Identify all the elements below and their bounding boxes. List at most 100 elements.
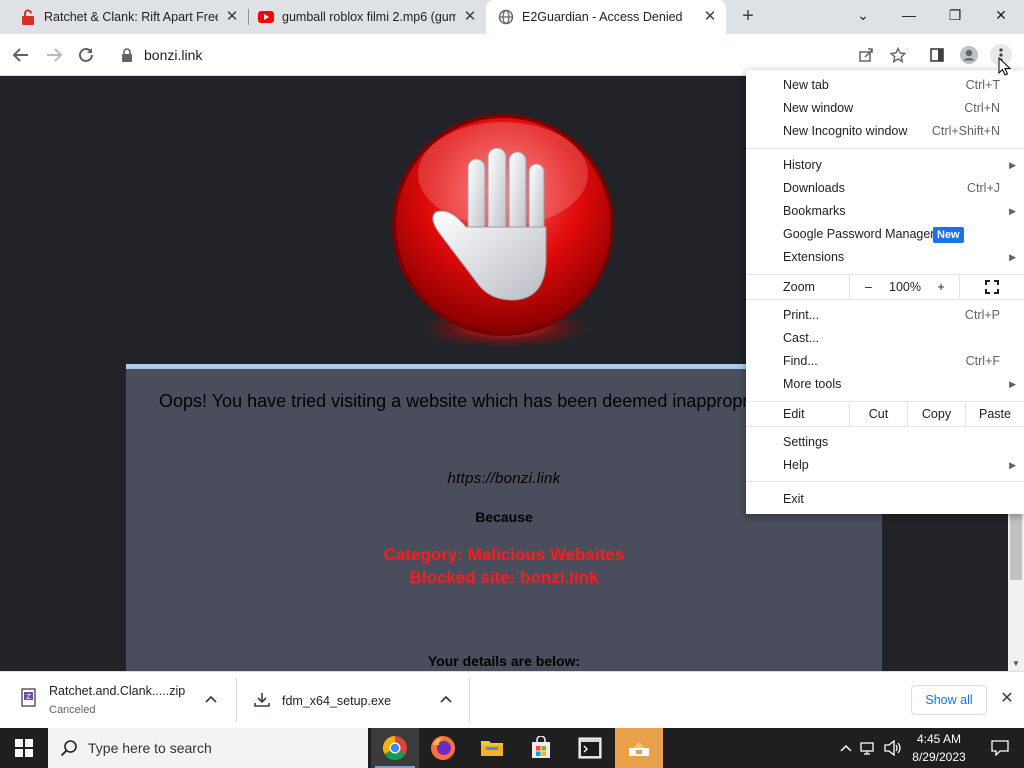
chrome-taskbar-button[interactable] [371,728,419,768]
submenu-arrow-icon: ▶ [1009,460,1016,470]
tab-gumball[interactable]: gumball roblox filmi 2.mp6 (gumball ✕ [258,0,486,34]
forward-button[interactable] [43,44,65,66]
paste-button[interactable]: Paste [965,402,1024,426]
file-explorer-taskbar-button[interactable] [468,728,516,768]
menu-zoom-row: Zoom – 100% + [746,275,1024,299]
notifications-button[interactable] [980,728,1020,768]
menu-item-label: Help [783,458,809,472]
menu-history[interactable]: History ▶ [746,154,1024,177]
share-icon[interactable] [855,44,877,66]
profile-avatar-icon[interactable] [958,44,980,66]
system-tray [836,728,901,768]
menu-shortcut: Ctrl+Shift+N [931,124,1000,138]
firefox-icon [431,736,455,760]
start-button[interactable] [0,728,48,768]
submenu-arrow-icon: ▶ [1009,252,1016,262]
menu-item-label: Exit [783,492,804,506]
tab-ratchet[interactable]: Ratchet & Clank: Rift Apart Free Downloa… [20,0,248,34]
youtube-icon [258,11,274,23]
menu-new-window[interactable]: New window Ctrl+N [746,97,1024,120]
app-icon [629,742,649,756]
download-arrow-icon [254,693,270,707]
screen: Ratchet & Clank: Rift Apart Free Downloa… [0,0,1024,768]
back-button[interactable] [10,44,32,66]
menu-new-tab[interactable]: New tab Ctrl+T [746,74,1024,97]
cut-button[interactable]: Cut [849,402,907,426]
side-panel-icon[interactable] [926,44,948,66]
menu-item-label: New window [783,101,854,115]
new-tab-button[interactable]: + [737,5,759,27]
menu-shortcut: Ctrl+J [967,181,1000,195]
bookmark-star-icon[interactable] [887,44,909,66]
restore-button[interactable]: ❐ [932,0,978,30]
close-downloads-bar-button[interactable]: ✕ [998,690,1016,708]
back-arrow-icon [12,48,28,62]
tab-title: Ratchet & Clank: Rift Apart Free Downloa… [44,10,218,24]
chevron-up-icon[interactable] [840,744,852,752]
menu-downloads[interactable]: Downloads Ctrl+J [746,177,1024,200]
category-reason: Category: Malicious Websites [383,545,625,564]
close-tab-icon[interactable]: ✕ [224,9,240,25]
menu-shortcut: Ctrl+F [965,354,1000,368]
fullscreen-icon [985,280,999,294]
chrome-icon [382,736,407,761]
menu-separator [746,481,1024,482]
menu-exit[interactable]: Exit [746,488,1024,511]
menu-cast[interactable]: Cast... [746,327,1024,350]
taskbar-clock[interactable]: 4:45 AM 8/29/2023 [900,730,978,766]
menu-bookmarks[interactable]: Bookmarks ▶ [746,200,1024,223]
menu-separator [746,148,1024,149]
file-explorer-icon [481,741,503,756]
address-bar[interactable]: bonzi.link [108,40,898,70]
menu-shortcut: Ctrl+P [964,308,1000,322]
microsoft-store-icon [532,736,550,758]
network-icon[interactable] [860,741,878,755]
copy-button[interactable]: Copy [907,402,965,426]
close-tab-icon[interactable]: ✕ [702,9,718,25]
close-tab-icon[interactable]: ✕ [462,9,478,25]
menu-item-label: Cast... [783,331,820,345]
zoom-in-button[interactable]: + [923,275,959,299]
lock-icon[interactable] [120,48,134,62]
menu-settings[interactable]: Settings [746,431,1024,454]
download-item-zip[interactable]: Z Ratchet.and.Clank.....zip Canceled [0,672,236,728]
chevron-up-icon[interactable] [440,692,452,706]
menu-password-manager[interactable]: Google Password Manager New [746,223,1024,246]
scroll-down-arrow-icon[interactable]: ▼ [1008,657,1024,671]
menu-extensions[interactable]: Extensions ▶ [746,246,1024,269]
menu-new-incognito[interactable]: New Incognito window Ctrl+Shift+N [746,120,1024,143]
chevron-up-icon[interactable] [205,692,217,706]
menu-more-tools[interactable]: More tools ▶ [746,373,1024,396]
microsoft-store-taskbar-button[interactable] [517,728,565,768]
menu-separator [746,299,1024,300]
menu-find[interactable]: Find... Ctrl+F [746,350,1024,373]
app-taskbar-button[interactable] [615,728,663,768]
tab-divider [248,9,249,25]
zoom-label: Zoom [783,280,815,294]
menu-shortcut: Ctrl+N [964,101,1000,115]
reload-button[interactable] [75,44,97,66]
menu-help[interactable]: Help ▶ [746,454,1024,477]
forward-arrow-icon [47,48,63,62]
url-text[interactable]: bonzi.link [144,47,202,63]
fullscreen-button[interactable] [959,275,1024,299]
show-all-button[interactable]: Show all [911,685,987,715]
downloads-bar: Z Ratchet.and.Clank.....zip Canceled fdm… [0,671,1024,728]
oops-message: Oops! You have tried visiting a website … [159,391,783,411]
blocked-site-reason: Blocked site: bonzi.link [409,568,599,587]
menu-item-label: Print... [783,308,820,322]
zoom-out-button[interactable]: – [849,275,887,299]
download-item-exe[interactable]: fdm_x64_setup.exe [237,672,469,728]
minimize-button[interactable]: — [886,0,932,30]
firefox-taskbar-button[interactable] [419,728,467,768]
tab-search-button[interactable]: ⌄ [840,0,886,30]
menu-print[interactable]: Print... Ctrl+P [746,304,1024,327]
menu-item-label: New Incognito window [783,124,908,138]
menu-item-label: More tools [783,377,842,391]
terminal-taskbar-button[interactable] [566,728,614,768]
taskbar-search-box[interactable]: Type here to search [48,728,368,768]
close-window-button[interactable]: ✕ [978,0,1024,30]
zoom-level: 100% [889,280,921,294]
menu-edit-row: Edit Cut Copy Paste [746,402,1024,426]
tab-e2guardian[interactable]: E2Guardian - Access Denied ✕ [486,0,726,34]
